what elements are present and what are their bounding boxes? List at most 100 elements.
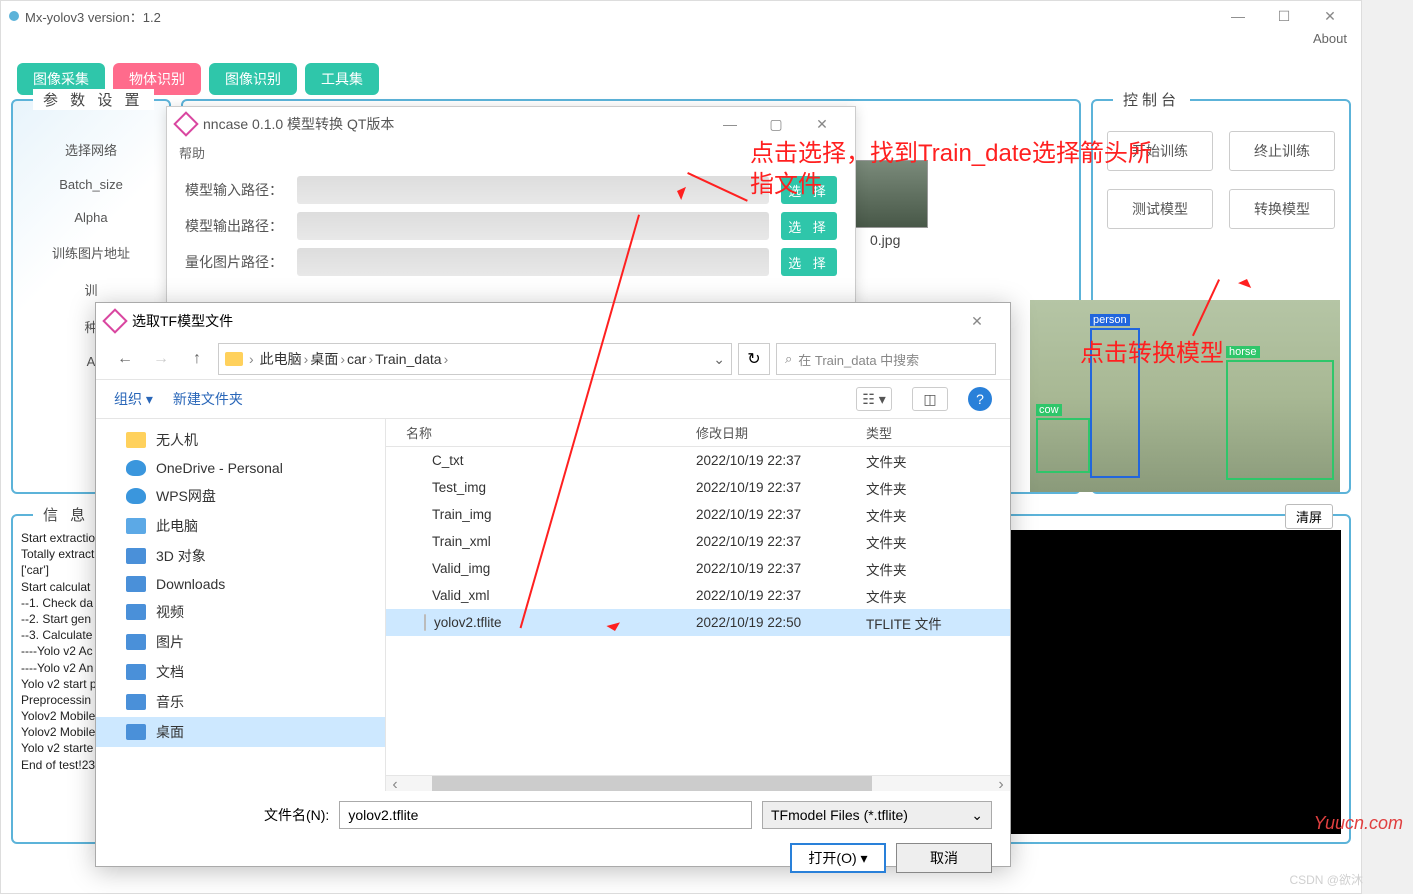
- control-title: 控制台: [1113, 89, 1190, 110]
- sidebar-item[interactable]: 文档: [96, 657, 385, 687]
- column-name[interactable]: 名称: [386, 423, 696, 442]
- open-button[interactable]: 打开(O) ▾: [790, 843, 886, 873]
- sidebar-item[interactable]: Downloads: [96, 571, 385, 597]
- detection-preview: personcowhorse: [1030, 300, 1340, 492]
- search-box[interactable]: ⌕ 在 Train_data 中搜索: [776, 343, 996, 375]
- scroll-right-icon[interactable]: ›: [992, 776, 1010, 791]
- ico-blue-icon: [126, 604, 146, 620]
- sidebar-item[interactable]: OneDrive - Personal: [96, 455, 385, 481]
- titlebar: Mx-yolov3 version：1.2 — ☐ ✕: [1, 1, 1361, 31]
- start-training-button[interactable]: 开始训练: [1107, 131, 1213, 171]
- output-path-field[interactable]: [297, 212, 769, 240]
- sidebar-item[interactable]: 图片: [96, 627, 385, 657]
- file-row[interactable]: Valid_img2022/10/19 22:37文件夹: [386, 555, 1010, 582]
- sidebar-item[interactable]: 无人机: [96, 425, 385, 455]
- minimize-button[interactable]: —: [1215, 2, 1261, 30]
- nav-back-button[interactable]: ←: [110, 344, 140, 374]
- ico-blue-icon: [126, 694, 146, 710]
- new-folder-button[interactable]: 新建文件夹: [173, 389, 243, 409]
- quant-path-field[interactable]: [297, 248, 769, 276]
- address-bar[interactable]: › 此电脑›桌面›car›Train_data› ⌄: [218, 343, 732, 375]
- tab-2[interactable]: 图像识别: [209, 63, 297, 95]
- close-button[interactable]: ✕: [1307, 2, 1353, 30]
- stop-training-button[interactable]: 终止训练: [1229, 131, 1335, 171]
- sidebar-item[interactable]: 视频: [96, 597, 385, 627]
- nncase-maximize[interactable]: ▢: [753, 110, 799, 138]
- path-dropdown-icon[interactable]: ⌄: [713, 351, 725, 368]
- detection-box: horse: [1226, 360, 1334, 480]
- nncase-logo-icon: [173, 111, 198, 136]
- cancel-button[interactable]: 取消: [896, 843, 992, 873]
- dialog-title: 选取TF模型文件: [132, 311, 233, 331]
- input-path-field[interactable]: [297, 176, 769, 204]
- file-row[interactable]: Test_img2022/10/19 22:37文件夹: [386, 474, 1010, 501]
- file-open-dialog: 选取TF模型文件 ✕ ← → ↑ › 此电脑›桌面›car›Train_data…: [95, 302, 1011, 867]
- ico-blue-icon: [126, 724, 146, 740]
- nncase-minimize[interactable]: —: [707, 110, 753, 138]
- column-type[interactable]: 类型: [866, 423, 986, 442]
- breadcrumb-segment[interactable]: 此电脑: [260, 351, 302, 367]
- search-placeholder: 在 Train_data 中搜索: [798, 350, 919, 369]
- nav-forward-button[interactable]: →: [146, 344, 176, 374]
- file-row[interactable]: C_txt2022/10/19 22:37文件夹: [386, 447, 1010, 474]
- ico-blue-icon: [126, 576, 146, 592]
- file-row[interactable]: Valid_xml2022/10/19 22:37文件夹: [386, 582, 1010, 609]
- nncase-help-menu[interactable]: 帮助: [167, 141, 855, 170]
- ico-blue-icon: [126, 664, 146, 680]
- dialog-logo-icon: [102, 308, 127, 333]
- sidebar-tree[interactable]: 无人机OneDrive - PersonalWPS网盘此电脑3D 对象Downl…: [96, 419, 386, 791]
- refresh-button[interactable]: ↻: [738, 343, 770, 375]
- preview-pane-button[interactable]: ◫: [912, 387, 948, 411]
- about-menu[interactable]: About: [1313, 31, 1347, 46]
- file-row[interactable]: Train_img2022/10/19 22:37文件夹: [386, 501, 1010, 528]
- file-row[interactable]: Train_xml2022/10/19 22:37文件夹: [386, 528, 1010, 555]
- scrollbar-thumb[interactable]: [432, 776, 872, 791]
- param-item[interactable]: 训练图片地址: [13, 234, 169, 271]
- organize-menu[interactable]: 组织 ▾: [114, 389, 153, 409]
- nncase-titlebar: nncase 0.1.0 模型转换 QT版本 — ▢ ✕: [167, 107, 855, 141]
- ico-cloud-icon: [126, 488, 146, 504]
- output-path-label: 模型输出路径：: [185, 216, 285, 236]
- filetype-dropdown[interactable]: TFmodel Files (*.tflite)⌄: [762, 801, 992, 829]
- input-path-label: 模型输入路径：: [185, 180, 285, 200]
- maximize-button[interactable]: ☐: [1261, 2, 1307, 30]
- yuucn-watermark: Yuucn.com: [1314, 813, 1403, 834]
- param-item[interactable]: Batch_size: [13, 168, 169, 201]
- view-mode-button[interactable]: ☷ ▾: [856, 387, 892, 411]
- sidebar-item[interactable]: 桌面: [96, 717, 385, 747]
- ico-cloud-icon: [126, 460, 146, 476]
- watermark: CSDN @欲沐: [1289, 871, 1363, 888]
- dialog-close-button[interactable]: ✕: [954, 307, 1000, 335]
- quant-path-choose-button[interactable]: 选 择: [781, 248, 837, 276]
- nncase-close[interactable]: ✕: [799, 110, 845, 138]
- help-icon[interactable]: ?: [968, 387, 992, 411]
- scroll-left-icon[interactable]: ‹: [386, 776, 404, 791]
- tab-3[interactable]: 工具集: [305, 63, 379, 95]
- params-title: 参 数 设 置: [33, 89, 154, 110]
- input-path-choose-button[interactable]: 选 择: [781, 176, 837, 204]
- quant-path-label: 量化图片路径：: [185, 252, 285, 272]
- param-item[interactable]: 选择网络: [13, 131, 169, 168]
- window-title: Mx-yolov3 version：1.2: [25, 7, 161, 26]
- ico-blue-icon: [126, 634, 146, 650]
- file-list[interactable]: 名称 修改日期 类型 C_txt2022/10/19 22:37文件夹Test_…: [386, 419, 1010, 791]
- output-path-choose-button[interactable]: 选 择: [781, 212, 837, 240]
- nncase-dialog: nncase 0.1.0 模型转换 QT版本 — ▢ ✕ 帮助 模型输入路径： …: [166, 106, 856, 306]
- app-icon: [9, 11, 19, 21]
- sidebar-item[interactable]: 3D 对象: [96, 541, 385, 571]
- search-icon: ⌕: [785, 351, 792, 367]
- param-item[interactable]: Alpha: [13, 201, 169, 234]
- filename-input[interactable]: [339, 801, 752, 829]
- sidebar-item[interactable]: WPS网盘: [96, 481, 385, 511]
- breadcrumb-segment[interactable]: 桌面: [310, 351, 338, 367]
- breadcrumb-segment[interactable]: Train_data: [375, 351, 441, 367]
- breadcrumb-segment[interactable]: car: [347, 351, 366, 367]
- file-row[interactable]: yolov2.tflite2022/10/19 22:50TFLITE 文件: [386, 609, 1010, 636]
- ico-pc-icon: [126, 518, 146, 534]
- sidebar-item[interactable]: 此电脑: [96, 511, 385, 541]
- column-date[interactable]: 修改日期: [696, 423, 866, 442]
- clear-screen-button[interactable]: 清屏: [1285, 504, 1333, 529]
- nav-up-button[interactable]: ↑: [182, 344, 212, 374]
- sidebar-item[interactable]: 音乐: [96, 687, 385, 717]
- folder-icon: [225, 352, 243, 366]
